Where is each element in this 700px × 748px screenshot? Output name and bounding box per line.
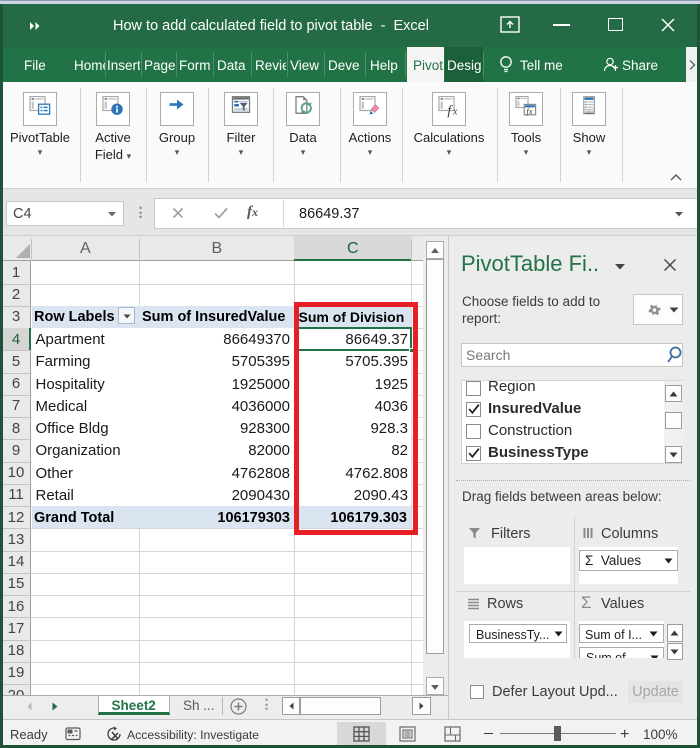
svg-text:fx: fx — [526, 105, 532, 115]
svg-text:x: x — [452, 106, 458, 117]
